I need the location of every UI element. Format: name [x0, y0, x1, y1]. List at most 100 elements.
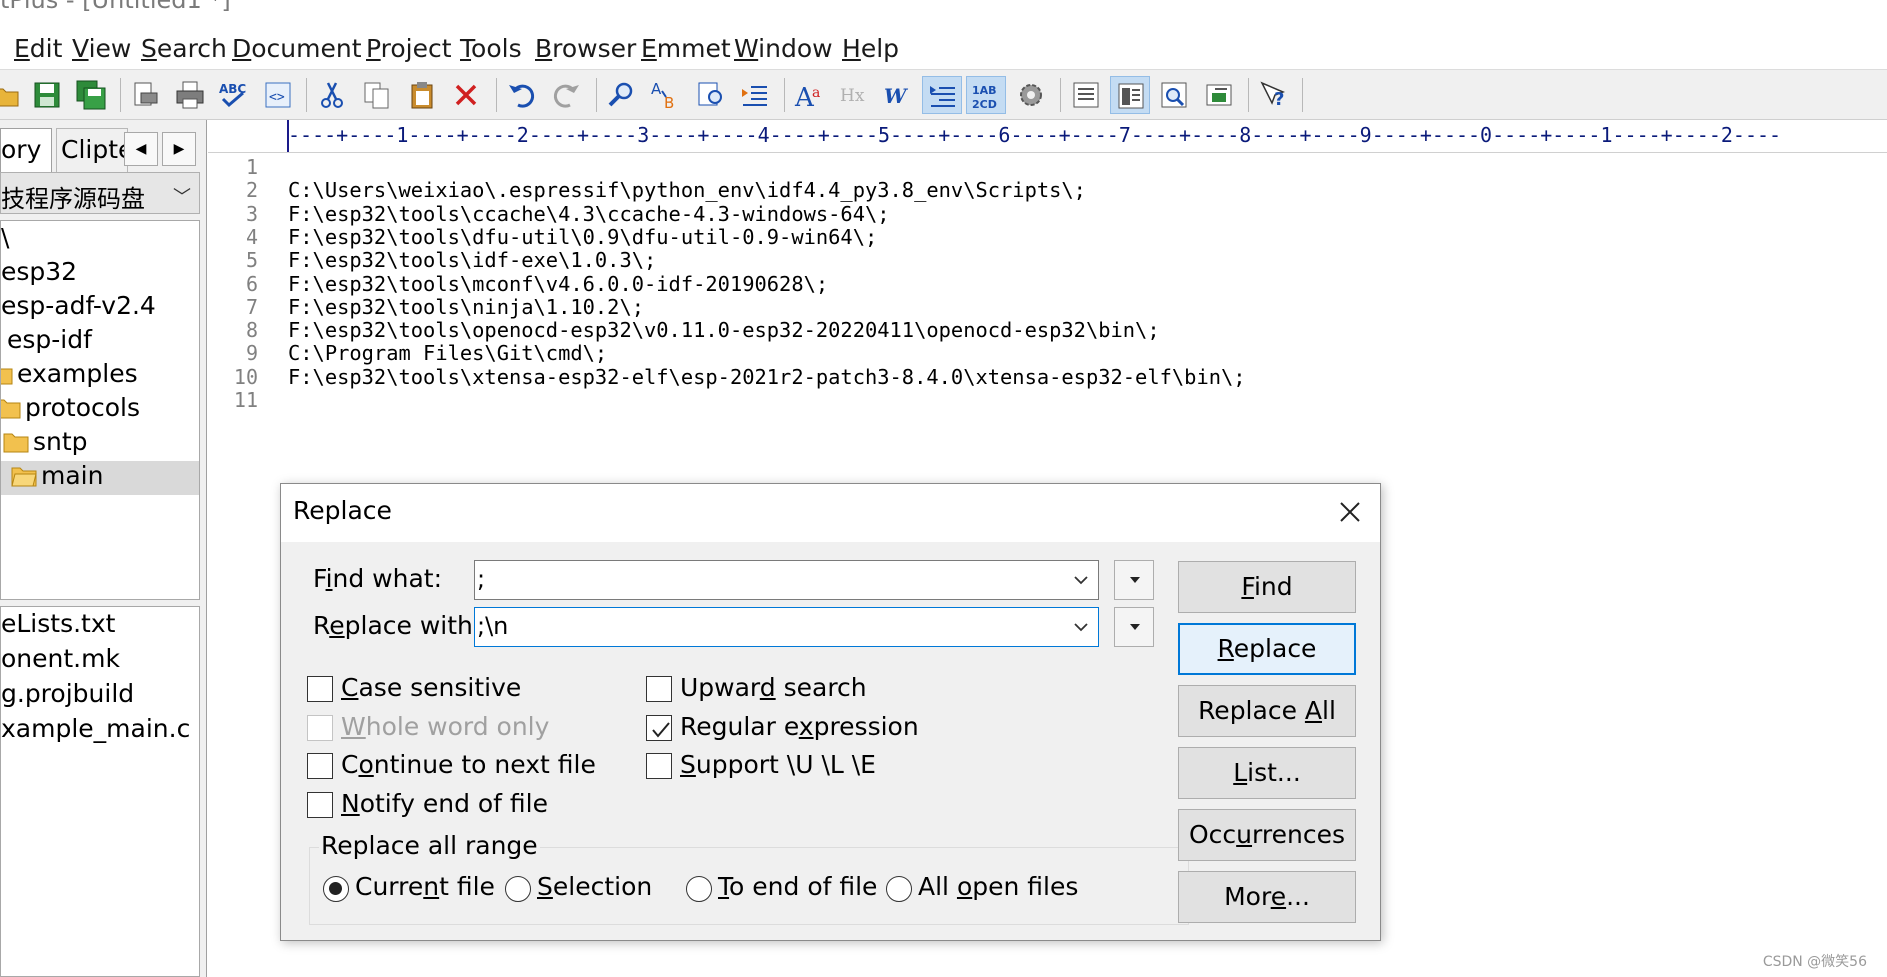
svg-text:?: ?: [1274, 89, 1284, 110]
cut-icon[interactable]: [312, 76, 352, 114]
more-button[interactable]: More...: [1178, 871, 1356, 923]
copy-icon[interactable]: [357, 76, 397, 114]
find-icon[interactable]: [602, 76, 642, 114]
word-wrap-icon[interactable]: W: [878, 76, 918, 114]
indent-icon[interactable]: [735, 76, 775, 114]
tree-item[interactable]: esp-adf-v2.4: [1, 291, 199, 325]
drive-select[interactable]: 技程序源码盘 ﹀: [0, 172, 200, 214]
paste-icon[interactable]: [402, 76, 442, 114]
code-line[interactable]: C:\Users\weixiao\.espressif\python_env\i…: [288, 178, 1086, 202]
folder-icon: [1, 368, 13, 385]
spell-check-icon[interactable]: ABC: [213, 76, 253, 114]
close-icon[interactable]: [1334, 496, 1366, 528]
code-line[interactable]: F:\esp32\tools\xtensa-esp32-elf\esp-2021…: [288, 365, 1246, 389]
chevron-down-icon: ﹀: [173, 187, 191, 208]
menu-edit[interactable]: Edit: [14, 34, 62, 63]
tree-item[interactable]: esp-idf: [7, 325, 199, 359]
list-item[interactable]: g.projbuild: [1, 679, 134, 708]
output-icon[interactable]: [1199, 76, 1239, 114]
window-title: tPlus - [Untitled1 *]: [0, 0, 231, 14]
open-folder-icon: [11, 467, 37, 487]
list-item[interactable]: xample_main.c: [1, 714, 190, 743]
tab-scroll-left-icon[interactable]: ◀: [124, 132, 158, 166]
line-number: 10: [233, 364, 258, 389]
find-what-input[interactable]: ;: [474, 560, 1099, 600]
help-icon[interactable]: ?: [1254, 76, 1294, 114]
replace-button[interactable]: Replace: [1178, 623, 1356, 675]
delete-icon[interactable]: [446, 76, 486, 114]
menu-search[interactable]: Search: [141, 34, 227, 63]
svg-text:2CD: 2CD: [972, 98, 997, 111]
hex-icon[interactable]: Hx: [834, 76, 874, 114]
code-line[interactable]: F:\esp32\tools\dfu-util\0.9\dfu-util-0.9…: [288, 225, 877, 249]
menu-window[interactable]: Window: [734, 34, 833, 63]
find-button[interactable]: Find: [1178, 561, 1356, 613]
cliptext-icon[interactable]: [1110, 76, 1150, 114]
svg-text:1AB: 1AB: [972, 84, 997, 97]
chevron-down-icon[interactable]: [1070, 614, 1092, 640]
menu-document[interactable]: Document: [232, 34, 362, 63]
save-icon[interactable]: [27, 76, 67, 114]
dialog-title: Replace: [293, 496, 392, 525]
line-number: 2: [245, 178, 258, 203]
redo-icon[interactable]: [546, 76, 586, 114]
settings-icon[interactable]: [1011, 76, 1051, 114]
replace-with-label: Replace with:: [313, 611, 482, 640]
code-line[interactable]: F:\esp32\tools\ninja\1.10.2\;: [288, 295, 644, 319]
open-icon[interactable]: [0, 76, 26, 114]
document-list-icon[interactable]: [1066, 76, 1106, 114]
replace-range-label: Replace all range: [319, 831, 540, 860]
code-line[interactable]: F:\esp32\tools\idf-exe\1.0.3\;: [288, 248, 656, 272]
menu-emmet[interactable]: Emmet: [641, 34, 731, 63]
code-line[interactable]: C:\Program Files\Git\cmd\;: [288, 341, 607, 365]
menu-bar: Edit View Search Document Project Tools …: [0, 28, 1887, 70]
font-icon[interactable]: Aa: [790, 76, 830, 114]
tree-item[interactable]: protocols: [1, 393, 199, 427]
directory-icon[interactable]: [1154, 76, 1194, 114]
title-bar: tPlus - [Untitled1 *]: [0, 0, 1887, 28]
replace-with-input[interactable]: ;\n: [474, 607, 1099, 647]
menu-help[interactable]: Help: [842, 34, 899, 63]
sort-icon[interactable]: 1AB 2CD: [966, 76, 1006, 114]
file-list[interactable]: eLists.txt onent.mk g.projbuild xample_m…: [0, 606, 200, 977]
folder-icon: [1, 399, 21, 419]
save-all-icon[interactable]: [71, 76, 111, 114]
undo-icon[interactable]: [502, 76, 542, 114]
tree-item-selected[interactable]: main: [1, 461, 199, 495]
code-line[interactable]: F:\esp32\tools\ccache\4.3\ccache-4.3-win…: [288, 202, 890, 226]
list-button[interactable]: List...: [1178, 747, 1356, 799]
folder-tree[interactable]: \ esp32 esp-adf-v2.4 esp-idf examples pr…: [0, 220, 200, 600]
replace-history-button[interactable]: [1114, 607, 1154, 647]
list-item[interactable]: onent.mk: [1, 644, 120, 673]
menu-view[interactable]: View: [72, 34, 131, 63]
folder-icon: [3, 433, 29, 453]
tree-item[interactable]: examples: [1, 359, 199, 393]
find-in-files-icon[interactable]: [691, 76, 731, 114]
menu-tools[interactable]: Tools: [460, 34, 522, 63]
tree-item[interactable]: sntp: [3, 427, 199, 461]
list-item[interactable]: eLists.txt: [1, 609, 115, 638]
tab-cliptext[interactable]: Clipte: [56, 128, 128, 172]
occurrences-button[interactable]: Occurrences: [1178, 809, 1356, 861]
line-number: 4: [245, 224, 258, 249]
replace-icon[interactable]: AB: [646, 76, 686, 114]
line-wrap-icon[interactable]: [922, 76, 962, 114]
menu-project[interactable]: Project: [366, 34, 452, 63]
chevron-down-icon[interactable]: [1070, 567, 1092, 593]
tab-directory[interactable]: ory: [0, 128, 52, 172]
tree-item[interactable]: esp32: [1, 257, 199, 291]
menu-browser[interactable]: Browser: [535, 34, 636, 63]
find-history-button[interactable]: [1114, 560, 1154, 600]
dialog-title-bar: Replace: [281, 484, 1380, 542]
print-icon[interactable]: [170, 76, 210, 114]
code-line[interactable]: F:\esp32\tools\openocd-esp32\v0.11.0-esp…: [288, 318, 1160, 342]
browser-view-icon[interactable]: <>: [258, 76, 298, 114]
tab-scroll-right-icon[interactable]: ▶: [162, 132, 196, 166]
print-preview-icon[interactable]: [125, 76, 165, 114]
line-number: 11: [233, 388, 258, 412]
tree-item[interactable]: \: [1, 223, 199, 257]
replace-all-button[interactable]: Replace All: [1178, 685, 1356, 737]
svg-text:<>: <>: [269, 90, 285, 105]
code-line[interactable]: F:\esp32\tools\mconf\v4.6.0.0-idf-201906…: [288, 272, 828, 296]
drive-select-value: 技程序源码盘: [1, 185, 145, 213]
